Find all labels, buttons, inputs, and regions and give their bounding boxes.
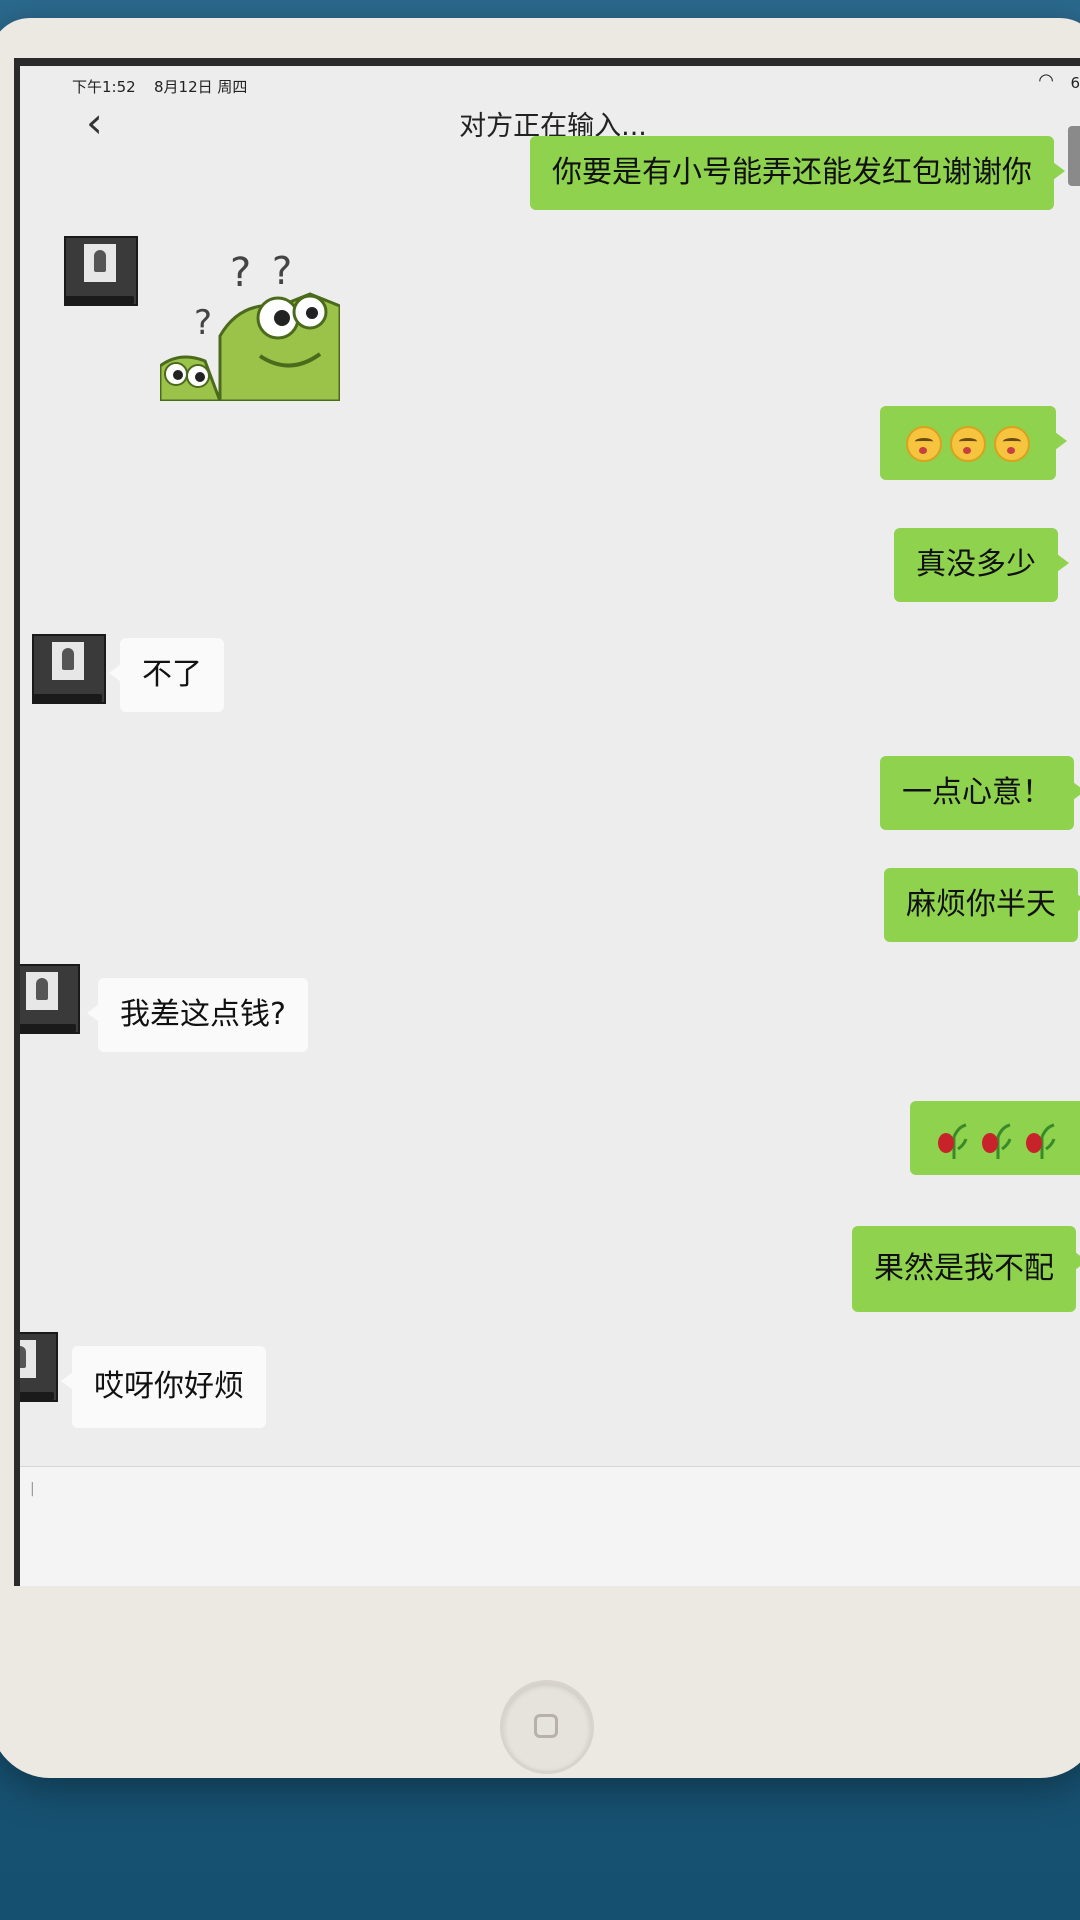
status-date: 8月12日 周四	[154, 78, 248, 96]
incoming-message[interactable]: 哎呀你好烦	[61, 1346, 266, 1428]
status-time: 下午1:52	[72, 78, 136, 96]
message-input-bar[interactable]: |	[20, 1466, 1080, 1586]
chat-screen: 下午1:52 8月12日 周四 ◠ 6 ‹ 对方正在输入... 你要是有小号能弄…	[14, 58, 1080, 1586]
kissing-face-icon	[906, 425, 942, 462]
wifi-icon: ◠	[1038, 70, 1054, 91]
outgoing-emoji-message[interactable]	[880, 406, 1067, 480]
incoming-message[interactable]: 我差这点钱?	[87, 978, 308, 1052]
home-button[interactable]	[500, 1680, 594, 1774]
outgoing-emoji-message[interactable]	[910, 1101, 1080, 1175]
avatar-stand	[64, 296, 134, 304]
frog-question-sticker[interactable]: ? ? ?	[160, 246, 340, 401]
kissing-face-icon	[950, 425, 986, 462]
outgoing-message[interactable]: 真没多少	[894, 528, 1069, 602]
outgoing-message[interactable]: 麻烦你半天	[884, 868, 1080, 942]
outgoing-message[interactable]: 果然是我不配	[852, 1226, 1080, 1312]
kissing-face-icon	[994, 425, 1030, 462]
wilted-rose-icon	[938, 1123, 968, 1159]
outgoing-message[interactable]: 你要是有小号能弄还能发红包谢谢你	[530, 136, 1065, 210]
avatar-stand	[32, 694, 102, 702]
avatar-stand	[20, 1392, 54, 1400]
incoming-message[interactable]: 不了	[109, 638, 224, 712]
text-cursor-icon: |	[30, 1481, 35, 1497]
home-button-icon	[534, 1714, 558, 1738]
wilted-rose-icon	[982, 1123, 1012, 1159]
svg-text:?: ?	[230, 250, 251, 296]
svg-text:?: ?	[272, 249, 292, 293]
wilted-rose-icon	[1026, 1123, 1056, 1159]
battery-level: 6	[1070, 74, 1080, 92]
self-avatar	[1068, 126, 1080, 186]
avatar-stand	[20, 1024, 76, 1032]
svg-text:?: ?	[194, 303, 212, 343]
outgoing-message[interactable]: 一点心意！	[880, 756, 1080, 830]
